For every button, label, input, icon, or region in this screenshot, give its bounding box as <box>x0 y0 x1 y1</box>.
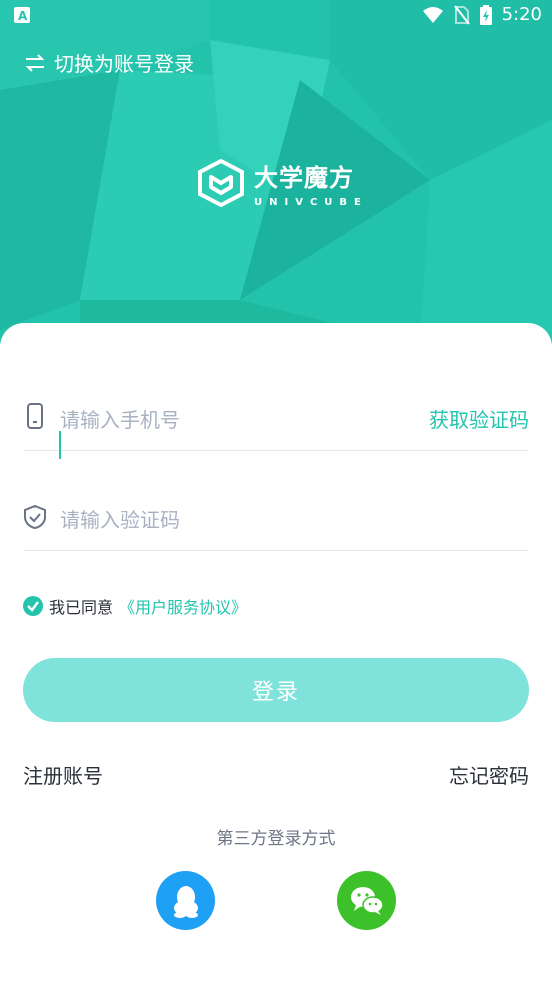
get-code-button[interactable]: 获取验证码 <box>429 404 529 433</box>
code-input[interactable]: 请输入验证码 <box>60 504 180 533</box>
logo-subtitle: UNIVCUBE <box>254 197 368 208</box>
clock: 5:20 <box>501 4 542 25</box>
code-field[interactable]: 请输入验证码 <box>23 450 529 551</box>
login-button[interactable]: 登录 <box>23 658 529 722</box>
status-bar: A 5:20 <box>0 0 552 32</box>
third-party-title: 第三方登录方式 <box>216 829 336 849</box>
wifi-icon <box>422 6 443 23</box>
qq-login-button[interactable] <box>156 871 215 930</box>
shield-icon <box>24 504 46 530</box>
svg-text:A: A <box>18 9 28 23</box>
agreement-link[interactable]: 《用户服务协议》 <box>119 594 247 618</box>
agreement-row: 我已同意 《用户服务协议》 <box>23 594 247 618</box>
header-banner: A 5:20 切换为账号登录 大学魔方 UNIVCUBE <box>0 0 552 345</box>
app-logo: 大学魔方 UNIVCUBE <box>198 158 368 208</box>
forgot-password-link[interactable]: 忘记密码 <box>449 760 529 789</box>
battery-icon <box>479 4 492 25</box>
register-link[interactable]: 注册账号 <box>23 760 103 789</box>
swap-icon <box>25 53 45 72</box>
wechat-icon <box>350 886 384 915</box>
phone-icon <box>27 403 43 429</box>
logo-title: 大学魔方 <box>254 164 354 192</box>
cube-logo-icon <box>198 159 244 207</box>
notification-icon: A <box>14 7 30 28</box>
checkbox-checked-icon[interactable] <box>23 596 43 616</box>
agree-text: 我已同意 <box>49 598 114 617</box>
qq-icon <box>173 885 198 918</box>
switch-login-label: 切换为账号登录 <box>54 52 194 76</box>
switch-login-mode[interactable]: 切换为账号登录 <box>24 48 194 77</box>
phone-input[interactable]: 请输入手机号 <box>60 404 180 433</box>
no-sim-icon <box>453 4 470 25</box>
wechat-login-button[interactable] <box>337 871 396 930</box>
phone-field[interactable]: 请输入手机号 获取验证码 <box>23 350 529 459</box>
